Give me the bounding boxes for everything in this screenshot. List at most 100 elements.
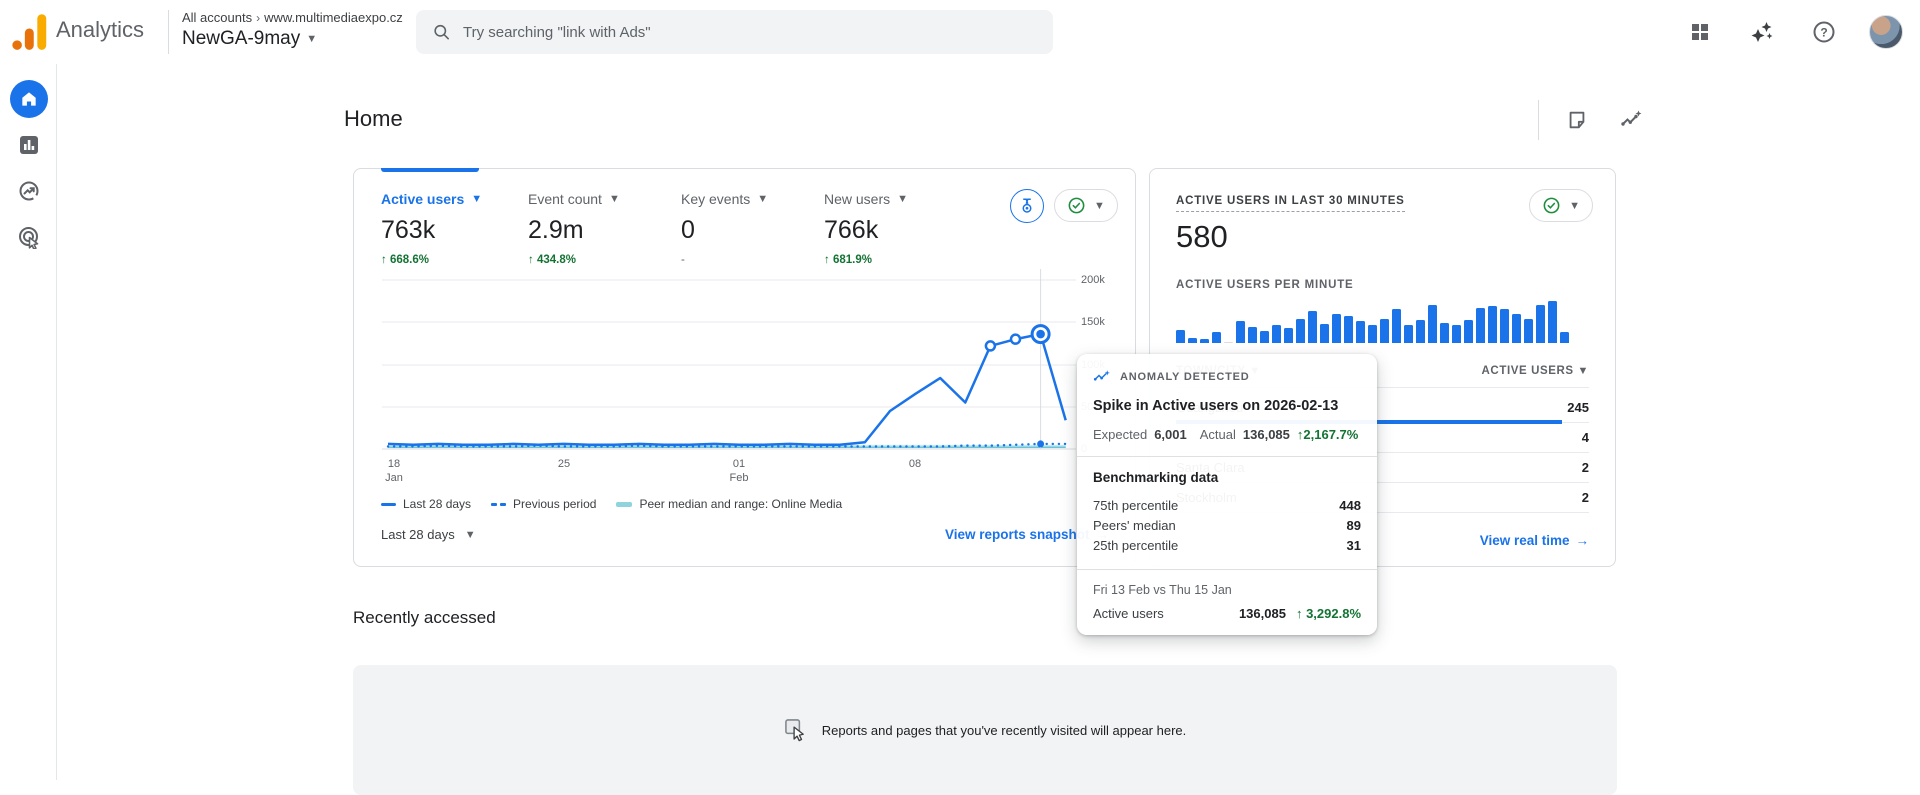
minute-bar — [1248, 327, 1257, 343]
city-value: 2 — [1582, 490, 1589, 505]
minute-bar — [1176, 330, 1185, 343]
column-active-users[interactable]: ACTIVE USERS ▼ — [1482, 365, 1589, 377]
y-axis-tick: 150k — [1081, 316, 1105, 328]
minute-bar — [1560, 332, 1569, 343]
breadcrumb[interactable]: All accounts › www.multimediaexpo.cz — [182, 10, 403, 25]
minute-bar — [1488, 306, 1497, 343]
minute-bar — [1380, 319, 1389, 343]
x-axis-tick: 18Jan — [385, 457, 403, 485]
legend-swatch-band — [616, 502, 632, 507]
minute-bar — [1404, 325, 1413, 343]
minute-bar — [1512, 314, 1521, 343]
left-nav — [0, 64, 57, 780]
minute-bar — [1368, 325, 1377, 343]
minute-bar — [1500, 309, 1509, 343]
data-quality-button[interactable]: ▼ — [1529, 189, 1593, 222]
property-name: NewGA-9may — [182, 28, 300, 50]
breadcrumb-account[interactable]: All accounts — [182, 10, 252, 25]
minute-bar — [1440, 323, 1449, 343]
active-users-per-minute-chart[interactable] — [1176, 299, 1590, 343]
legend-swatch-solid — [381, 503, 396, 506]
analytics-logo-icon[interactable] — [10, 13, 48, 51]
minute-bar — [1416, 320, 1425, 343]
cursor-click-icon — [784, 718, 809, 743]
date-range-selector[interactable]: Last 28 days ▼ — [381, 527, 476, 542]
empty-state-text: Reports and pages that you've recently v… — [822, 723, 1187, 738]
x-axis-tick: 25 — [558, 457, 570, 471]
chevron-down-icon: ▼ — [465, 529, 476, 541]
minute-bar — [1524, 319, 1533, 343]
reports-snapshot-note-icon[interactable] — [1557, 100, 1597, 140]
anomaly-tooltip: ANOMALY DETECTED Spike in Active users o… — [1077, 354, 1377, 635]
product-name: Analytics — [56, 17, 144, 43]
top-bar: Analytics All accounts › www.multimediaexp… — [0, 0, 1920, 64]
divider — [1077, 456, 1377, 457]
avatar[interactable] — [1866, 12, 1906, 52]
legend-label: Last 28 days — [403, 497, 471, 511]
minute-bar — [1296, 319, 1305, 343]
minute-bar — [1332, 314, 1341, 343]
divider — [168, 10, 169, 54]
insights-icon[interactable] — [1611, 100, 1651, 140]
minute-bar — [1452, 325, 1461, 343]
minute-bar — [1320, 324, 1329, 343]
date-range-label: Last 28 days — [381, 527, 455, 542]
city-value: 2 — [1582, 460, 1589, 475]
check-circle-icon — [1542, 196, 1561, 215]
minute-bar — [1284, 328, 1293, 343]
home-overview-card: Active users▼ 763k ↑ 668.6% Event count▼… — [353, 168, 1136, 567]
recently-accessed-title: Recently accessed — [353, 608, 496, 628]
chevron-icon: › — [256, 11, 260, 25]
minute-bar — [1224, 342, 1233, 343]
minute-bar — [1476, 308, 1485, 343]
minute-bar — [1200, 339, 1209, 343]
anomaly-title: Spike in Active users on 2026-02-13 — [1093, 398, 1361, 414]
help-icon[interactable]: ? — [1804, 12, 1844, 52]
minute-bar — [1260, 331, 1269, 343]
minute-bar — [1548, 301, 1557, 343]
minute-bar — [1428, 305, 1437, 343]
minute-bar — [1236, 321, 1245, 343]
chevron-down-icon: ▼ — [1569, 200, 1580, 212]
breadcrumb-site[interactable]: www.multimediaexpo.cz — [264, 10, 403, 25]
legend-label: Peer median and range: Online Media — [639, 497, 842, 511]
sidebar-item-explore[interactable] — [0, 168, 57, 214]
sidebar-item-advertising[interactable] — [0, 214, 57, 260]
realtime-title[interactable]: ACTIVE USERS IN LAST 30 MINUTES — [1176, 195, 1405, 212]
search-input[interactable] — [463, 24, 1037, 41]
explore-icon — [17, 179, 41, 203]
gemini-sparkle-icon[interactable] — [1742, 12, 1782, 52]
arrow-right-icon: → — [1576, 533, 1590, 548]
advertising-target-icon — [17, 225, 41, 249]
recently-accessed-empty-state: Reports and pages that you've recently v… — [353, 665, 1617, 795]
anomaly-badge-label: ANOMALY DETECTED — [1120, 371, 1250, 383]
city-value: 245 — [1567, 400, 1589, 415]
minute-bar — [1344, 316, 1353, 343]
property-selector[interactable]: NewGA-9may ▼ — [182, 28, 317, 50]
minute-bar — [1188, 338, 1197, 343]
benchmark-title: Benchmarking data — [1093, 470, 1361, 485]
divider — [1077, 569, 1377, 570]
view-real-time-link[interactable]: View real time→ — [1480, 533, 1589, 548]
anomaly-icon — [1093, 368, 1111, 386]
compare-period: Fri 13 Feb vs Thu 15 Jan — [1093, 583, 1361, 597]
page-title: Home — [344, 106, 403, 132]
sidebar-item-reports[interactable] — [0, 122, 57, 168]
x-axis-tick: 08 — [909, 457, 921, 471]
y-axis-tick: 200k — [1081, 274, 1105, 286]
minute-bar — [1464, 320, 1473, 343]
legend-label: Previous period — [513, 497, 596, 511]
minute-bar — [1308, 311, 1317, 343]
bar-chart-icon — [17, 133, 41, 157]
minute-bar — [1356, 321, 1365, 343]
chevron-down-icon: ▼ — [1578, 365, 1590, 377]
benchmark-row: Peers' median89 — [1093, 515, 1361, 535]
sidebar-item-home[interactable] — [0, 76, 57, 122]
per-minute-label: ACTIVE USERS PER MINUTE — [1176, 279, 1354, 291]
minute-bar — [1392, 309, 1401, 343]
search-bar[interactable] — [416, 10, 1053, 54]
x-axis-tick: 01Feb — [730, 457, 749, 485]
search-icon — [432, 22, 451, 42]
minute-bar — [1212, 332, 1221, 343]
apps-grid-icon[interactable] — [1680, 12, 1720, 52]
